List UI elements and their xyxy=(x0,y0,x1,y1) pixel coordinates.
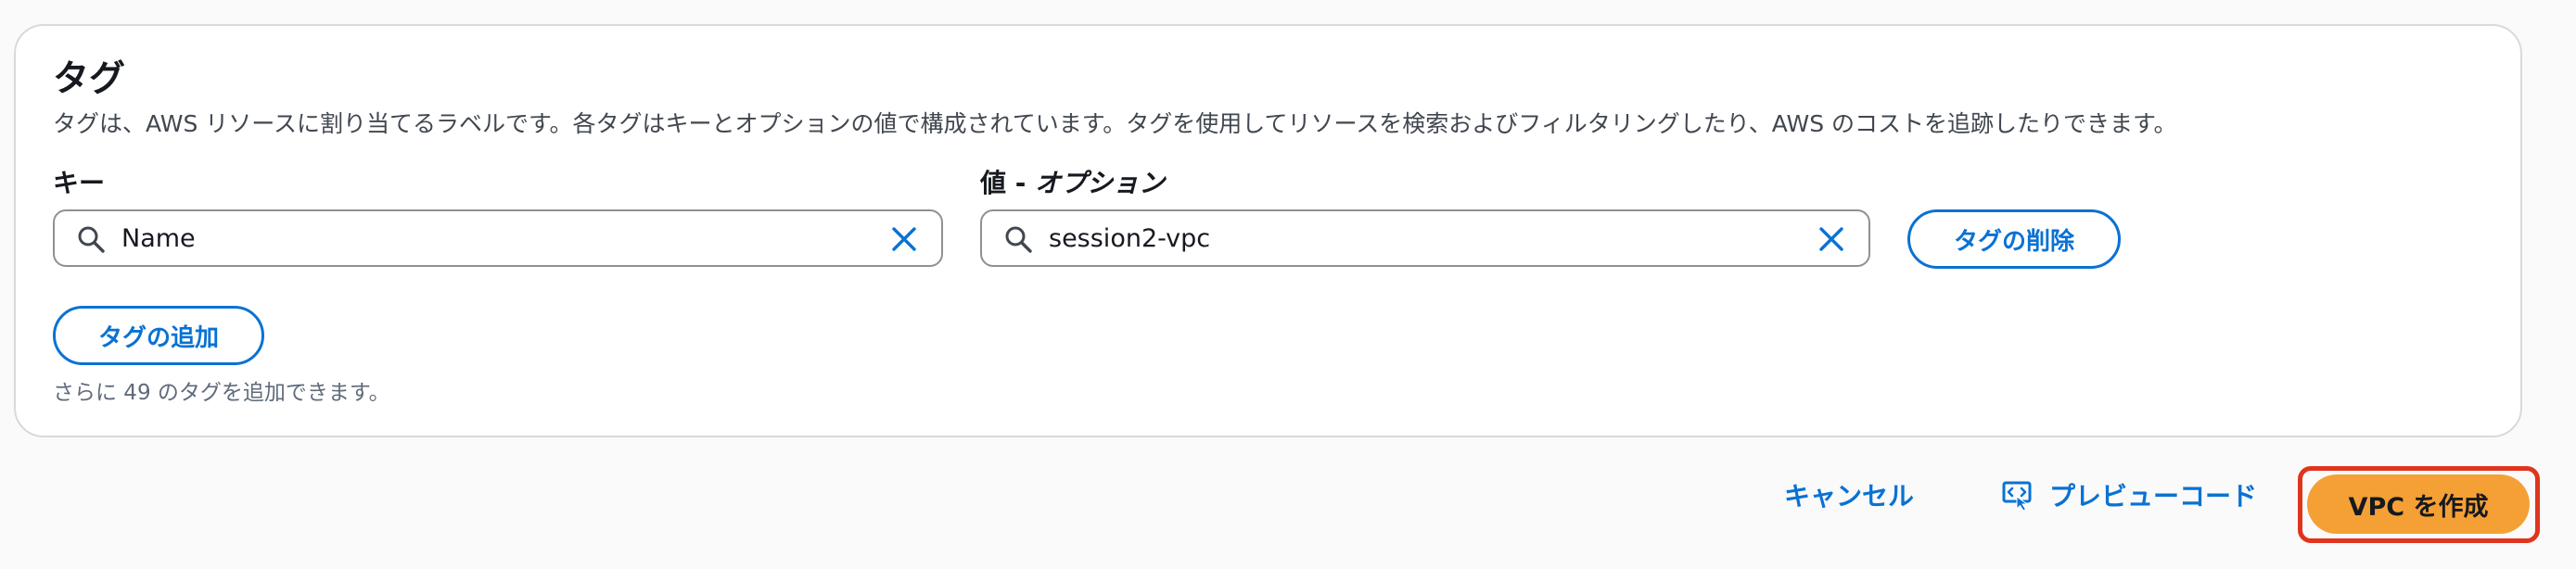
add-tag-button[interactable]: タグの追加 xyxy=(53,306,264,365)
tag-key-input[interactable] xyxy=(121,219,869,258)
value-label-main: 値 - xyxy=(980,168,1036,198)
remove-tag-button[interactable]: タグの削除 xyxy=(1907,209,2121,269)
remaining-tags-hint: さらに 49 のタグを追加できます。 xyxy=(53,381,390,405)
tags-panel: タグ タグは、AWS リソースに割り当てるラベルです。各タグはキーとオプションの… xyxy=(14,24,2522,437)
preview-code-icon xyxy=(2002,481,2032,512)
search-icon xyxy=(1005,226,1032,253)
cancel-button[interactable]: キャンセル xyxy=(1784,476,1914,513)
close-icon[interactable] xyxy=(891,226,917,252)
section-title: タグ xyxy=(53,58,126,100)
preview-code-button[interactable]: プレビューコード xyxy=(2001,476,2257,513)
tag-value-input[interactable] xyxy=(1049,219,1796,258)
tag-value-field[interactable] xyxy=(980,209,1870,267)
tag-key-field[interactable] xyxy=(53,209,943,267)
section-description: タグは、AWS リソースに割り当てるラベルです。各タグはキーとオプションの値で構… xyxy=(53,110,2177,137)
preview-code-label: プレビューコード xyxy=(2049,481,2258,512)
search-icon xyxy=(78,226,105,253)
close-icon[interactable] xyxy=(1818,226,1844,252)
create-vpc-button[interactable]: VPC を作成 xyxy=(2307,474,2530,534)
value-label: 値 - オプション xyxy=(980,163,1165,200)
value-label-optional: オプション xyxy=(1035,168,1166,198)
key-label: キー xyxy=(53,168,106,198)
